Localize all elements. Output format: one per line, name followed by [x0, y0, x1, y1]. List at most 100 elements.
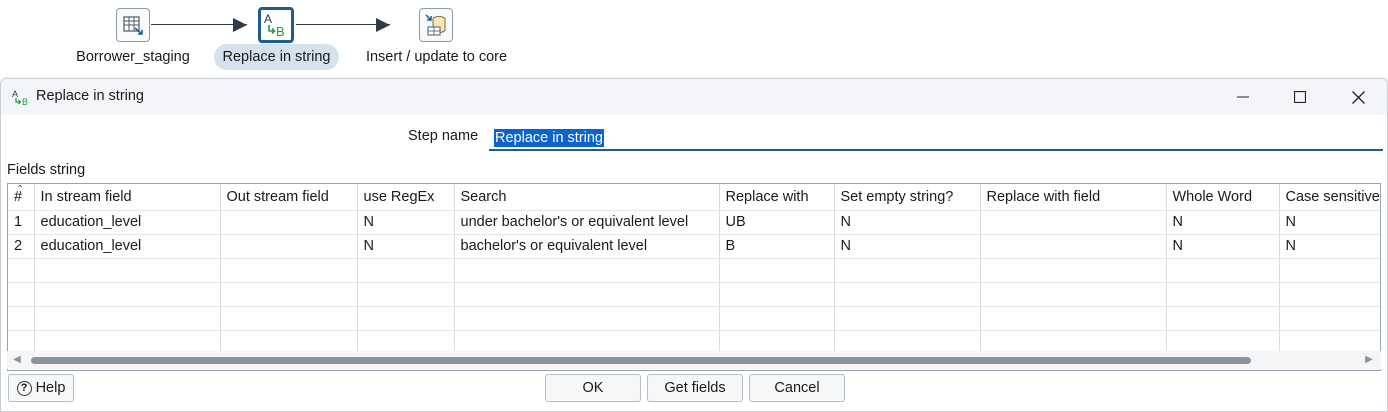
- fields-table[interactable]: ⌃ # In stream field Out stream field use …: [7, 183, 1381, 371]
- table-cell[interactable]: [1279, 306, 1380, 331]
- minimize-icon: [1237, 96, 1249, 98]
- help-button[interactable]: ? Help: [8, 374, 74, 402]
- table-cell[interactable]: [980, 258, 1167, 283]
- table-cell[interactable]: [1166, 282, 1280, 307]
- table-cell[interactable]: [454, 306, 720, 331]
- empty-table-row[interactable]: [8, 282, 1380, 307]
- table-cell[interactable]: [454, 258, 720, 283]
- hop-arrow-icon: [376, 18, 390, 32]
- svg-text:A: A: [264, 12, 272, 26]
- table-cell[interactable]: [220, 258, 358, 283]
- table-cell[interactable]: [220, 210, 358, 235]
- insert-update-icon[interactable]: [419, 8, 453, 42]
- step-name-input[interactable]: Replace in string: [489, 125, 1383, 151]
- table-cell[interactable]: [8, 258, 35, 283]
- horizontal-scrollbar[interactable]: ◀ ▶: [7, 351, 1381, 369]
- table-cell[interactable]: [357, 306, 455, 331]
- column-header-in-stream-field[interactable]: In stream field: [34, 184, 221, 211]
- scroll-right-icon[interactable]: ▶: [1363, 354, 1375, 366]
- minimize-button[interactable]: [1214, 79, 1272, 115]
- column-header-search[interactable]: Search: [454, 184, 720, 211]
- close-icon: [1351, 90, 1365, 104]
- table-cell[interactable]: [220, 282, 358, 307]
- table-cell[interactable]: [980, 306, 1167, 331]
- table-cell[interactable]: [1166, 258, 1280, 283]
- table-cell[interactable]: [357, 282, 455, 307]
- table-cell[interactable]: under bachelor's or equivalent level: [454, 210, 720, 235]
- close-button[interactable]: [1329, 79, 1387, 115]
- help-label: Help: [35, 380, 66, 396]
- table-cell[interactable]: N: [1166, 210, 1280, 235]
- column-header-out-stream-field[interactable]: Out stream field: [220, 184, 358, 211]
- table-cell[interactable]: [34, 306, 221, 331]
- ok-button[interactable]: OK: [545, 374, 641, 402]
- table-cell[interactable]: [980, 210, 1167, 235]
- replace-in-string-icon[interactable]: A B: [258, 7, 294, 43]
- table-cell[interactable]: [980, 282, 1167, 307]
- table-cell[interactable]: [834, 282, 981, 307]
- scroll-left-icon[interactable]: ◀: [11, 354, 23, 366]
- maximize-icon: [1294, 91, 1306, 103]
- column-header-rownum[interactable]: ⌃ #: [8, 184, 35, 211]
- node-label-replace-in-string[interactable]: Replace in string: [214, 44, 339, 70]
- table-cell[interactable]: [220, 234, 358, 259]
- table-cell[interactable]: N: [1279, 210, 1380, 235]
- table-cell[interactable]: [834, 258, 981, 283]
- table-cell[interactable]: N: [834, 210, 981, 235]
- replace-in-string-dialog: A B Replace in string Step name Replace …: [0, 78, 1388, 412]
- column-header-replace-with[interactable]: Replace with: [719, 184, 835, 211]
- dialog-titlebar[interactable]: A B Replace in string: [1, 79, 1387, 115]
- empty-table-row[interactable]: [8, 306, 1380, 331]
- svg-text:B: B: [276, 24, 285, 39]
- node-label-insert-update[interactable]: Insert / update to core: [355, 44, 518, 70]
- help-icon: ?: [16, 380, 32, 396]
- maximize-button[interactable]: [1271, 79, 1329, 115]
- table-cell[interactable]: [719, 282, 835, 307]
- table-cell[interactable]: N: [1166, 234, 1280, 259]
- table-cell[interactable]: N: [834, 234, 981, 259]
- table-cell[interactable]: B: [719, 234, 835, 259]
- scrollbar-thumb[interactable]: [31, 357, 1251, 364]
- column-header-whole-word[interactable]: Whole Word: [1166, 184, 1280, 211]
- table-input-icon[interactable]: [116, 8, 150, 42]
- table-cell[interactable]: [834, 306, 981, 331]
- table-cell[interactable]: N: [357, 210, 455, 235]
- table-cell[interactable]: education_level: [34, 234, 221, 259]
- column-header-replace-with-field[interactable]: Replace with field: [980, 184, 1167, 211]
- table-cell[interactable]: bachelor's or equivalent level: [454, 234, 720, 259]
- table-cell[interactable]: UB: [719, 210, 835, 235]
- table-cell[interactable]: [8, 282, 35, 307]
- svg-text:A: A: [12, 89, 18, 99]
- column-header-case-sensitive[interactable]: Case sensitive: [1279, 184, 1380, 211]
- table-cell[interactable]: [719, 258, 835, 283]
- table-cell[interactable]: [34, 282, 221, 307]
- table-cell[interactable]: [1279, 282, 1380, 307]
- workflow-canvas: Borrower_staging A B Replace in string I…: [0, 0, 1388, 80]
- table-row[interactable]: 1 education_level Nunder bachelor's or equ…: [8, 210, 1380, 235]
- cancel-button[interactable]: Cancel: [749, 374, 845, 402]
- table-cell[interactable]: [357, 258, 455, 283]
- table-cell[interactable]: [220, 306, 358, 331]
- column-header-set-empty-string[interactable]: Set empty string?: [834, 184, 981, 211]
- table-cell[interactable]: [719, 306, 835, 331]
- hop-arrow-icon: [233, 18, 247, 32]
- table-cell[interactable]: [1166, 306, 1280, 331]
- table-cell[interactable]: [34, 258, 221, 283]
- table-cell[interactable]: [8, 306, 35, 331]
- table-cell[interactable]: N: [357, 234, 455, 259]
- table-header-row: ⌃ # In stream field Out stream field use …: [8, 184, 1380, 211]
- get-fields-button[interactable]: Get fields: [647, 374, 743, 402]
- table-row[interactable]: 2 education_level Nbachelor's or equivalen…: [8, 234, 1380, 259]
- table-cell[interactable]: [454, 282, 720, 307]
- table-cell[interactable]: [1279, 258, 1380, 283]
- svg-text:B: B: [22, 97, 28, 106]
- table-cell: 1: [8, 210, 35, 235]
- table-cell[interactable]: [980, 234, 1167, 259]
- empty-table-row[interactable]: [8, 258, 1380, 283]
- sort-icon: ⌃: [16, 184, 25, 195]
- table-cell[interactable]: education_level: [34, 210, 221, 235]
- column-header-use-regex[interactable]: use RegEx: [357, 184, 455, 211]
- table-cell[interactable]: N: [1279, 234, 1380, 259]
- node-label-borrower-staging[interactable]: Borrower_staging: [68, 44, 198, 70]
- replace-in-string-icon: A B: [11, 88, 33, 107]
